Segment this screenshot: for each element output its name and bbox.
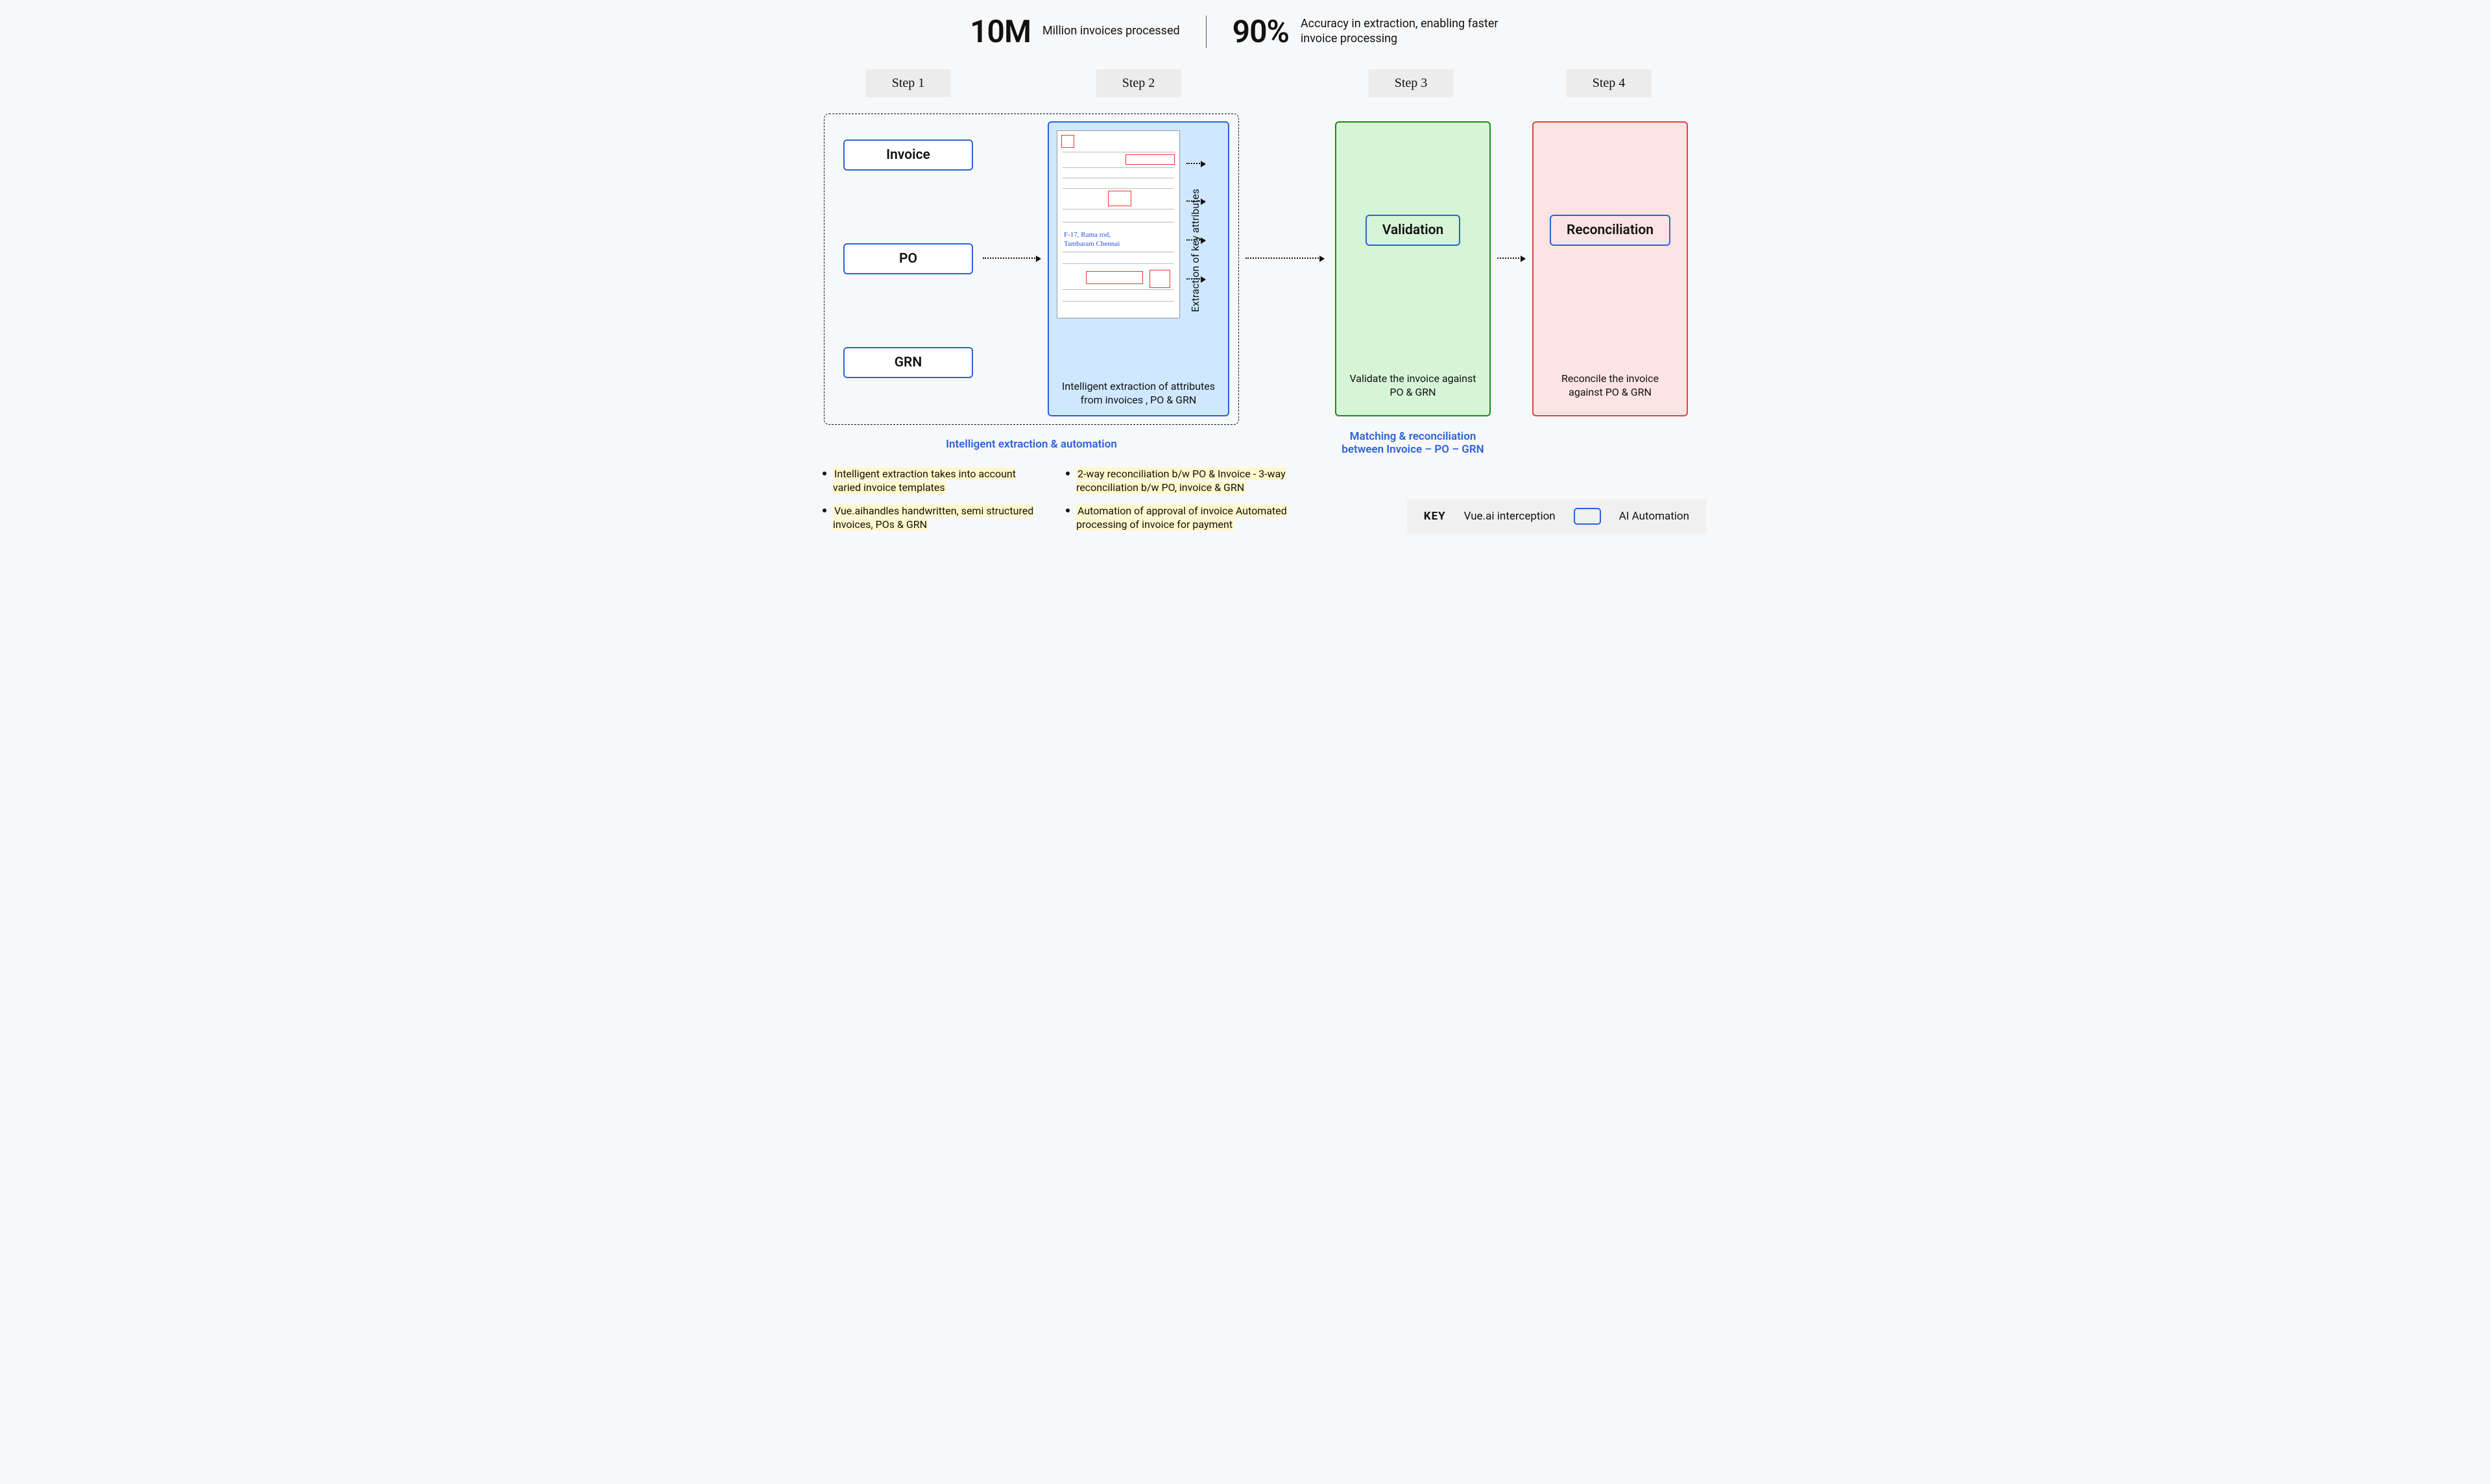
step-3-label: Step 3 (1369, 69, 1454, 97)
pill-grn: GRN (843, 347, 973, 378)
legend-key: KEY Vue.ai interception AI Automation (1407, 499, 1706, 534)
step-labels: Step 1 Step 2 Step 3 Step 4 (785, 69, 1706, 101)
stat-1-desc: Million invoices processed (1042, 24, 1180, 39)
step3-validation-box: Validation Validate the invoice against … (1335, 121, 1491, 416)
step2-caption: Intelligent extraction of attributes fro… (1057, 379, 1220, 407)
bullet-2: 2-way reconciliation b/w PO & Invoice - … (1066, 467, 1290, 495)
group-extraction-label: Intelligent extraction & automation (824, 438, 1239, 451)
pill-invoice: Invoice (843, 139, 973, 171)
key-swatch-icon (1574, 508, 1601, 525)
stat-2-desc: Accuracy in extraction, enabling faster … (1301, 17, 1521, 46)
stat-divider (1206, 16, 1207, 48)
bullet-1: Intelligent extraction takes into accoun… (823, 467, 1046, 495)
group-matching-label: Matching & reconciliation between Invoic… (1335, 430, 1491, 456)
reconciliation-pill: Reconciliation (1550, 215, 1670, 246)
key-item-1: Vue.ai interception (1464, 510, 1556, 523)
form-illustration: F-17, Rama rod, Tambaram Chennai (1057, 130, 1180, 318)
step4-reconciliation-box: Reconciliation Reconcile the invoice aga… (1532, 121, 1688, 416)
form-cursive-2: Tambaram Chennai (1064, 240, 1120, 248)
extract-arrow-1 (1186, 163, 1205, 164)
arrow-1-2 (983, 257, 1040, 259)
step-4-label: Step 4 (1567, 69, 1652, 97)
validation-pill: Validation (1366, 215, 1461, 246)
stats-row: 10M Million invoices processed 90% Accur… (785, 13, 1706, 50)
stat-2-number: 90% (1233, 13, 1289, 50)
arrow-2-3 (1246, 257, 1323, 259)
form-cursive-1: F-17, Rama rod, (1064, 231, 1111, 239)
step2-extraction-box: F-17, Rama rod, Tambaram Chennai Extract… (1048, 121, 1229, 416)
step-1-label: Step 1 (866, 69, 951, 97)
step3-caption: Validate the invoice against PO & GRN (1347, 372, 1479, 400)
pill-po: PO (843, 243, 973, 274)
arrow-3-4 (1497, 257, 1524, 259)
stat-1-number: 10M (970, 13, 1031, 50)
stat-1: 10M Million invoices processed (970, 13, 1180, 50)
bullet-4: Automation of approval of invoice Automa… (1066, 504, 1290, 532)
form-illustration-area: F-17, Rama rod, Tambaram Chennai Extract… (1057, 130, 1220, 370)
stat-2: 90% Accuracy in extraction, enabling fas… (1233, 13, 1521, 50)
extraction-vertical-label: Extraction of key attributes (1189, 189, 1201, 312)
key-label: KEY (1424, 510, 1446, 523)
key-item-2: AI Automation (1619, 510, 1689, 523)
step-2-label: Step 2 (1096, 69, 1181, 97)
bullet-list: Intelligent extraction takes into accoun… (823, 467, 1290, 532)
flow-area: Intelligent extraction & automation Invo… (785, 114, 1706, 477)
bullet-3: Vue.aihandles handwritten, semi structur… (823, 504, 1046, 532)
step4-caption: Reconcile the invoice against PO & GRN (1544, 372, 1676, 400)
